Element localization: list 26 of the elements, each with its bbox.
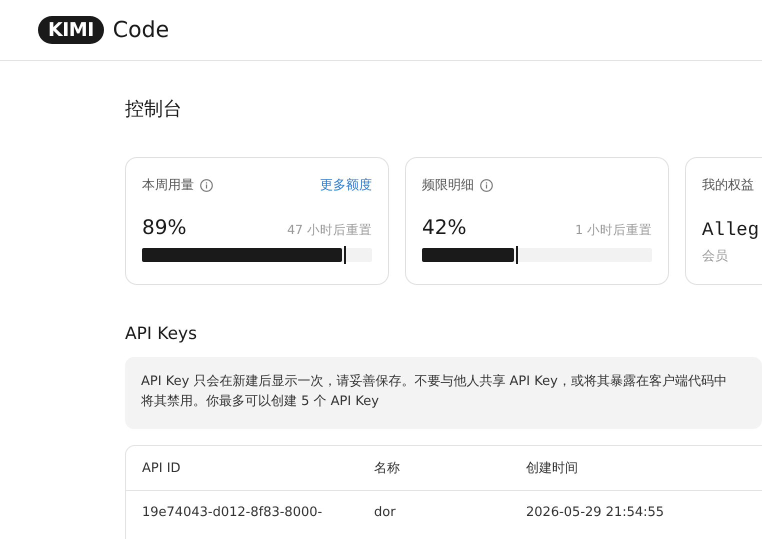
info-icon[interactable]	[200, 178, 213, 192]
reset-time: 1 小时后重置	[575, 222, 652, 239]
reset-time: 47 小时后重置	[287, 222, 372, 239]
membership-label: 会员	[702, 248, 729, 265]
plan-name: Alleg	[702, 219, 760, 241]
table-cell-text: 2026-05-29 21:54:55	[526, 504, 666, 520]
section-title: API Keys	[125, 323, 198, 345]
usage-percent: 89%	[142, 215, 186, 239]
table-cell-text: 19e74043-d012-8f83-8000-	[142, 504, 324, 520]
notice-text: 将其禁用。你最多可以创建 5 个 API Key	[141, 393, 380, 411]
notice-text: API Key 只会在新建后显示一次，请妥善保存。不要与他人共享 API Key，或将其暴露在客户端代码中	[141, 373, 728, 391]
progress-marker	[344, 246, 346, 264]
info-icon[interactable]	[480, 178, 493, 192]
card-title: 频限明细	[422, 177, 474, 194]
column-header: 创建时间	[526, 460, 579, 477]
usage-percent: 42%	[422, 215, 466, 239]
progress-marker	[516, 246, 518, 264]
logo-text: Code	[112, 18, 170, 42]
page-title: 控制台	[125, 97, 183, 122]
logo-badge: KIMI	[38, 16, 104, 44]
column-header: 名称	[374, 460, 401, 477]
column-header: API ID	[142, 460, 182, 476]
card-title: 我的权益	[702, 177, 754, 194]
table-cell-text: dor	[374, 504, 397, 520]
card-title: 本周用量	[142, 177, 194, 194]
more-quota-link[interactable]: 更多额度	[320, 176, 372, 194]
